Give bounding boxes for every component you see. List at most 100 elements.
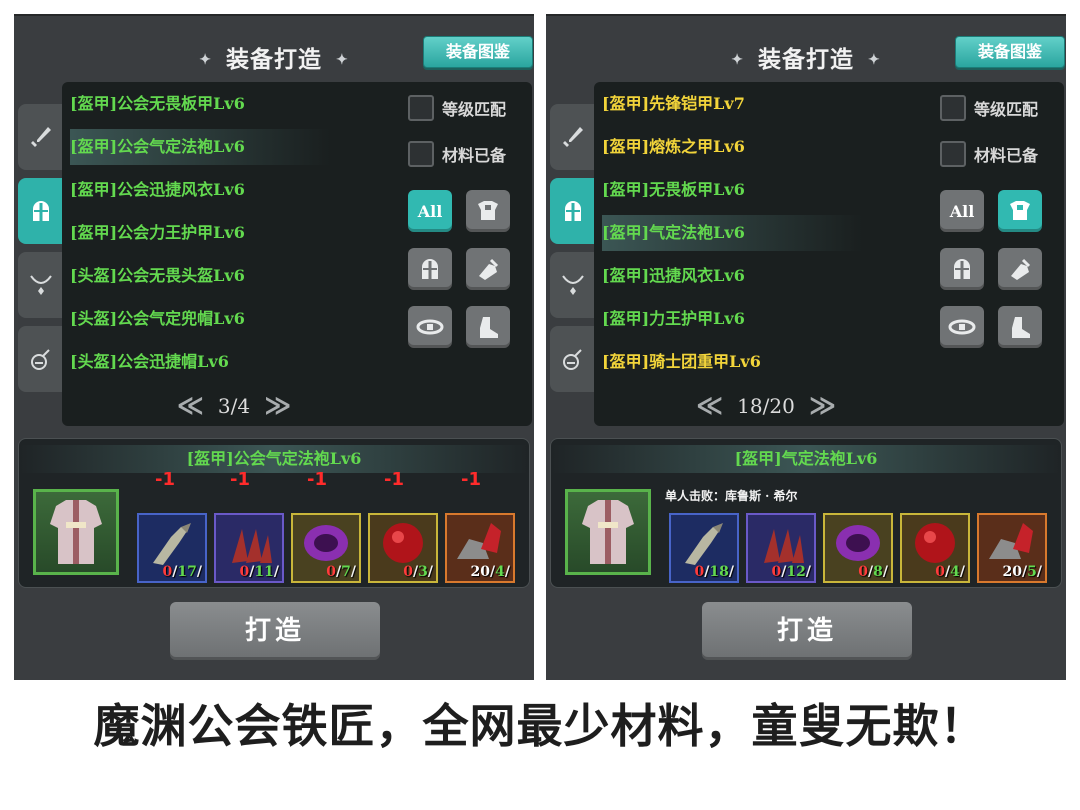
list-item[interactable]: [头盔]公会无畏头盔Lv6 [70, 258, 330, 294]
filter-all-button[interactable]: All [940, 190, 984, 232]
tab-armor[interactable] [18, 178, 64, 244]
material-reduction: -1 [461, 469, 481, 490]
list-item[interactable]: [盔甲]先锋铠甲Lv7 [602, 86, 862, 122]
material-slot[interactable]: 0/12/ [746, 513, 816, 583]
filter-helmet-button[interactable] [940, 248, 984, 290]
material-slot[interactable]: 0/11/ [214, 513, 284, 583]
material-reduction: -1 [155, 469, 175, 490]
material-owned: 0 [858, 564, 868, 580]
helmet-icon [954, 259, 970, 279]
list-item[interactable]: [头盔]公会迅捷帽Lv6 [70, 344, 330, 380]
filter-belt-button[interactable] [408, 306, 452, 348]
equipment-guide-button[interactable]: 装备图鉴 [423, 36, 533, 68]
list-item[interactable]: [盔甲]无畏板甲Lv6 [602, 172, 862, 208]
tab-potion[interactable] [18, 326, 64, 392]
filter-gloves-button[interactable] [998, 248, 1042, 290]
red-claws-icon [764, 529, 804, 563]
page-title: 装备打造 [758, 46, 854, 73]
material-slot[interactable]: 0/17/ [137, 513, 207, 583]
level-match-checkbox[interactable] [940, 95, 966, 121]
armor-icon [478, 201, 498, 220]
material-reduction: -1 [230, 469, 250, 490]
material-slot[interactable]: 0/18/ [669, 513, 739, 583]
material-slot[interactable]: 0/7/ [291, 513, 361, 583]
page-indicator: 18/20 [737, 394, 795, 418]
tab-accessory[interactable] [550, 252, 596, 318]
boots-icon [480, 317, 498, 338]
filter-boots-button[interactable] [998, 306, 1042, 348]
level-match-label: 等级匹配 [442, 100, 507, 119]
purple-orb-icon [304, 525, 348, 561]
robe-icon [582, 500, 634, 564]
materials-ready-filter[interactable]: 材料已备 [408, 140, 506, 168]
prev-page-button[interactable]: ≪ [177, 391, 204, 421]
result-item-slot[interactable] [33, 489, 119, 575]
material-slot[interactable]: 0/3/ [368, 513, 438, 583]
materials-ready-checkbox[interactable] [940, 141, 966, 167]
craft-button[interactable]: 打造 [170, 602, 380, 660]
tab-armor[interactable] [550, 178, 596, 244]
material-slot[interactable]: 0/4/ [900, 513, 970, 583]
material-owned: 20 [470, 564, 490, 580]
materials-ready-filter[interactable]: 材料已备 [940, 140, 1038, 168]
gauntlet-icon [1011, 258, 1031, 280]
filter-helmet-button[interactable] [408, 248, 452, 290]
filter-armor-button[interactable] [466, 190, 510, 232]
potion-icon [563, 349, 582, 370]
tab-accessory[interactable] [18, 252, 64, 318]
list-item[interactable]: [盔甲]熔炼之甲Lv6 [602, 129, 862, 165]
level-match-filter[interactable]: 等级匹配 [940, 94, 1038, 122]
filter-boots-button[interactable] [466, 306, 510, 348]
material-required: 4 [495, 564, 505, 580]
equipment-guide-button[interactable]: 装备图鉴 [955, 36, 1065, 68]
next-page-button[interactable]: ≫ [264, 391, 291, 421]
list-item-selected[interactable]: [盔甲]公会气定法袍Lv6 [70, 129, 330, 165]
helmet-icon [33, 201, 49, 221]
level-match-checkbox[interactable] [408, 95, 434, 121]
title-ornament-icon: ✦ [868, 52, 881, 68]
material-slot[interactable]: 0/8/ [823, 513, 893, 583]
list-item[interactable]: [盔甲]力王护甲Lv6 [602, 301, 862, 337]
next-page-button[interactable]: ≫ [809, 391, 836, 421]
pagination: ≪ 18/20 ≫ [686, 388, 846, 424]
materials-ready-label: 材料已备 [442, 146, 507, 165]
list-item-selected[interactable]: [盔甲]气定法袍Lv6 [602, 215, 862, 251]
material-owned: 0 [239, 564, 250, 580]
list-item[interactable]: [盔甲]公会无畏板甲Lv6 [70, 86, 330, 122]
red-gem-icon [915, 523, 955, 563]
robe-icon [50, 500, 102, 564]
filter-armor-button[interactable] [998, 190, 1042, 232]
material-required: 18 [709, 564, 729, 580]
list-item[interactable]: [盔甲]公会迅捷风衣Lv6 [70, 172, 330, 208]
material-slot[interactable]: 20/5/ [977, 513, 1047, 583]
material-owned: 0 [326, 564, 336, 580]
filter-gloves-button[interactable] [466, 248, 510, 290]
tab-potion[interactable] [550, 326, 596, 392]
material-required: 3 [418, 564, 428, 580]
belt-icon [416, 319, 444, 335]
necklace-icon [30, 275, 52, 295]
material-required: 4 [950, 564, 960, 580]
helmet-icon [565, 201, 581, 221]
list-item[interactable]: [头盔]公会气定兜帽Lv6 [70, 301, 330, 337]
filter-all-button[interactable]: All [408, 190, 452, 232]
purple-orb-icon [836, 525, 880, 561]
list-item[interactable]: [盔甲]公会力王护甲Lv6 [70, 215, 330, 251]
equipment-list: [盔甲]公会无畏板甲Lv6 [盔甲]公会气定法袍Lv6 [盔甲]公会迅捷风衣Lv… [62, 82, 532, 426]
prev-page-button[interactable]: ≪ [696, 391, 723, 421]
result-item-slot[interactable] [565, 489, 651, 575]
craft-item-title: [盔甲]气定法袍Lv6 [551, 445, 1061, 473]
material-slot[interactable]: 20/4/ [445, 513, 515, 583]
list-item[interactable]: [盔甲]迅捷风衣Lv6 [602, 258, 862, 294]
list-item[interactable]: [盔甲]骑士团重甲Lv6 [602, 344, 862, 380]
forge-panel-right: ✦ 装备打造 ✦ 装备图鉴 [盔甲]先锋铠甲Lv7 [盔甲]熔炼之甲Lv6 [盔甲]… [546, 14, 1066, 680]
tab-weapon[interactable] [18, 104, 64, 170]
level-match-label: 等级匹配 [974, 100, 1039, 119]
materials-ready-checkbox[interactable] [408, 141, 434, 167]
level-match-filter[interactable]: 等级匹配 [408, 94, 506, 122]
craft-button[interactable]: 打造 [702, 602, 912, 660]
tab-weapon[interactable] [550, 104, 596, 170]
forge-panel-left: ✦ 装备打造 ✦ 装备图鉴 [盔甲]公会无畏板甲Lv6 [盔甲]公会气定法袍Lv6 … [14, 14, 534, 680]
filter-belt-button[interactable] [940, 306, 984, 348]
unlock-condition: 单人击败：库鲁斯 · 希尔 [665, 489, 798, 503]
